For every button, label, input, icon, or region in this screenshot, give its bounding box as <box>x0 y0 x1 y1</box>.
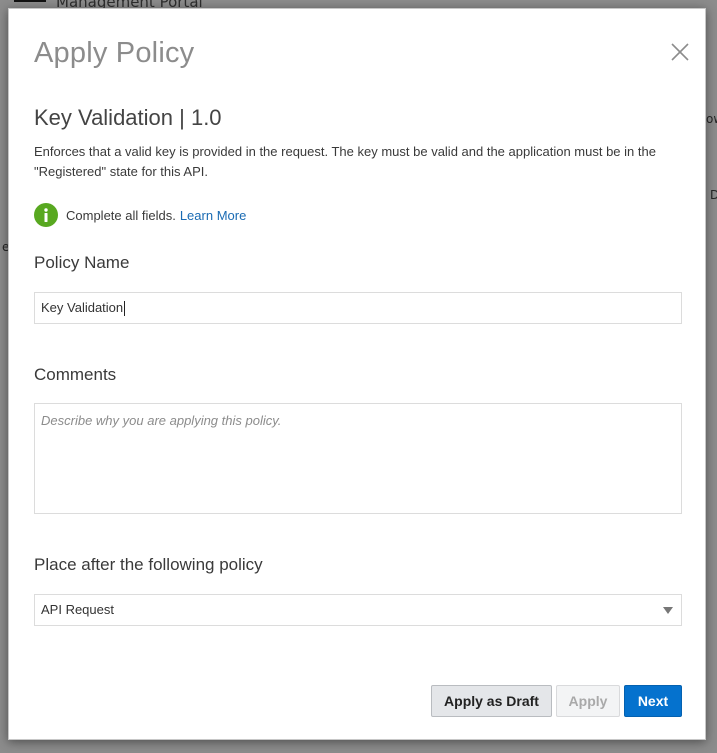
dialog-title: Apply Policy <box>34 37 195 69</box>
place-after-label: Place after the following policy <box>34 555 263 574</box>
chevron-down-icon <box>663 607 673 614</box>
policy-name-input[interactable]: Key Validation <box>34 292 682 324</box>
place-after-select[interactable]: API Request <box>34 594 682 626</box>
info-message: Complete all fields. Learn More <box>34 203 246 227</box>
place-after-value: API Request <box>41 602 114 617</box>
text-cursor <box>124 301 126 317</box>
comments-label: Comments <box>34 365 117 384</box>
info-icon <box>34 203 58 227</box>
close-icon <box>671 43 689 61</box>
policy-name-label: Policy Name <box>34 253 130 272</box>
policy-name-value: Key Validation <box>41 300 124 315</box>
apply-policy-dialog: Apply Policy Key Validation | 1.0 Enforc… <box>8 8 706 740</box>
comments-textarea[interactable]: Describe why you are applying this polic… <box>34 403 682 514</box>
learn-more-link[interactable]: Learn More <box>180 208 246 223</box>
apply-button[interactable]: Apply <box>556 685 620 717</box>
next-button[interactable]: Next <box>624 685 682 717</box>
comments-placeholder: Describe why you are applying this polic… <box>41 413 282 428</box>
policy-description: Enforces that a valid key is provided in… <box>34 144 656 179</box>
policy-heading: Key Validation | 1.0 <box>34 105 222 130</box>
close-button[interactable] <box>669 41 691 63</box>
apply-as-draft-button[interactable]: Apply as Draft <box>431 685 552 717</box>
info-text: Complete all fields. <box>66 207 176 223</box>
